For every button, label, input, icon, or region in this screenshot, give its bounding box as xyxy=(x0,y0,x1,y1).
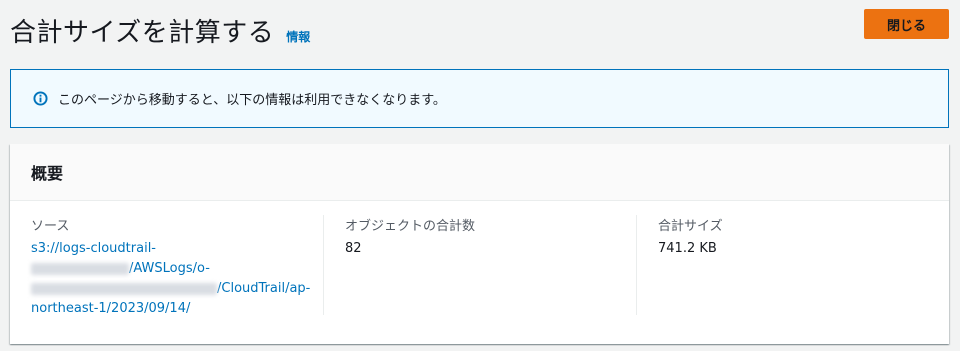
source-link[interactable]: s3://logs-cloudtrail- /AWSLogs/o- /Cloud… xyxy=(31,239,323,325)
page-title: 合計サイズを計算する xyxy=(10,18,275,48)
source-link-line-3-text[interactable]: /CloudTrail/ap- xyxy=(217,281,310,296)
source-column: ソース s3://logs-cloudtrail- /AWSLogs/o- /C… xyxy=(10,215,323,325)
info-alert: このページから移動すると、以下の情報は利用できなくなります。 xyxy=(10,69,949,128)
source-link-line-2-text[interactable]: /AWSLogs/o- xyxy=(129,261,210,276)
source-link-line-2[interactable]: /AWSLogs/o- xyxy=(31,259,323,279)
close-button[interactable]: 閉じる xyxy=(864,9,949,39)
source-link-line-3[interactable]: /CloudTrail/ap- xyxy=(31,279,323,299)
alert-message: このページから移動すると、以下の情報は利用できなくなります。 xyxy=(58,93,446,108)
object-count-column: オブジェクトの合計数 82 xyxy=(323,215,636,315)
total-size-label: 合計サイズ xyxy=(658,219,723,234)
info-icon xyxy=(33,91,48,106)
summary-title: 概要 xyxy=(31,164,64,183)
total-size-column: 合計サイズ 741.2 KB xyxy=(636,215,949,315)
source-link-line-4[interactable]: northeast-1/2023/09/14/ xyxy=(31,299,323,319)
page-header: 合計サイズを計算する 情報 xyxy=(10,12,310,52)
object-count-value: 82 xyxy=(345,241,362,256)
source-link-line-1[interactable]: s3://logs-cloudtrail- xyxy=(31,239,323,259)
summary-columns: ソース s3://logs-cloudtrail- /AWSLogs/o- /C… xyxy=(10,201,949,325)
summary-panel-header: 概要 xyxy=(10,144,949,201)
redacted-text xyxy=(31,282,217,295)
summary-panel: 概要 ソース s3://logs-cloudtrail- /AWSLogs/o-… xyxy=(10,144,949,344)
redacted-text xyxy=(31,262,129,275)
source-label: ソース xyxy=(31,219,70,234)
info-link[interactable]: 情報 xyxy=(286,28,310,45)
object-count-label: オブジェクトの合計数 xyxy=(345,219,476,234)
total-size-value: 741.2 KB xyxy=(658,241,717,256)
